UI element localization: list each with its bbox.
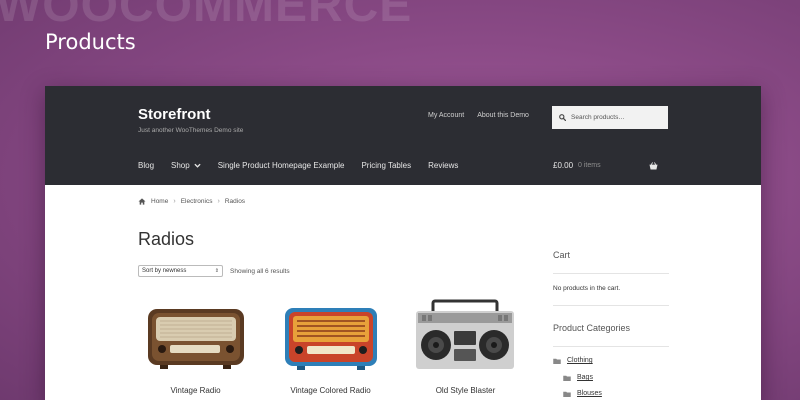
colored-radio-image[interactable] bbox=[273, 291, 388, 381]
search-box[interactable] bbox=[552, 106, 668, 129]
result-count: Showing all 6 results bbox=[230, 267, 290, 275]
category-label: Clothing bbox=[567, 357, 593, 364]
category-blouses[interactable]: Blouses bbox=[563, 390, 602, 397]
sort-row: Sort by newness ⇕ Showing all 6 results bbox=[138, 265, 290, 277]
folder-icon bbox=[553, 358, 561, 364]
category-label: Bags bbox=[577, 374, 593, 381]
search-icon bbox=[559, 114, 566, 121]
basket-icon bbox=[649, 161, 658, 170]
category-clothing[interactable]: Clothing bbox=[553, 357, 593, 364]
cart-widget-title: Cart bbox=[553, 250, 571, 260]
folder-icon bbox=[563, 375, 571, 381]
page-title: Radios bbox=[138, 229, 195, 249]
breadcrumb-separator-icon: › bbox=[173, 198, 176, 205]
nav-pricing-tables[interactable]: Pricing Tables bbox=[361, 161, 411, 170]
widget-divider bbox=[553, 305, 669, 306]
widget-divider bbox=[553, 273, 669, 274]
home-icon bbox=[138, 198, 146, 205]
nav-shop-label: Shop bbox=[171, 161, 190, 170]
product-grid: Vintage Radio Vintage Colored Radio Old … bbox=[138, 291, 523, 400]
primary-nav: Blog Shop Single Product Homepage Exampl… bbox=[138, 161, 458, 170]
breadcrumb-electronics[interactable]: Electronics bbox=[181, 198, 213, 205]
folder-icon bbox=[563, 391, 571, 397]
boombox-image[interactable] bbox=[408, 291, 523, 381]
site-title[interactable]: Storefront bbox=[138, 106, 211, 123]
nav-single-product[interactable]: Single Product Homepage Example bbox=[218, 161, 345, 170]
breadcrumb-separator-icon: › bbox=[217, 198, 220, 205]
widget-divider bbox=[553, 346, 669, 347]
breadcrumb-home[interactable]: Home bbox=[151, 198, 168, 205]
breadcrumb-radios: Radios bbox=[224, 198, 246, 205]
cart-empty-message: No products in the cart. bbox=[553, 285, 621, 292]
nav-blog-label: Blog bbox=[138, 161, 155, 170]
vintage-radio-image[interactable] bbox=[138, 291, 253, 381]
site-header: Storefront Just another WooThemes Demo s… bbox=[45, 86, 761, 185]
nav-blog[interactable]: Blog bbox=[138, 161, 154, 170]
site-description: Just another WooThemes Demo site bbox=[138, 127, 244, 134]
nav-shop[interactable]: Shop bbox=[171, 161, 201, 170]
sort-select[interactable]: Sort by newness ⇕ bbox=[138, 265, 223, 277]
product-name[interactable]: Vintage Radio bbox=[138, 386, 253, 395]
header-cart[interactable]: £0.00 0 items bbox=[553, 161, 658, 170]
nav-about-demo[interactable]: About this Demo bbox=[477, 112, 529, 119]
hero-title: Products bbox=[45, 30, 136, 54]
cart-amount: £0.00 bbox=[553, 161, 574, 170]
sort-select-value: Sort by newness bbox=[142, 268, 187, 274]
select-arrows-icon: ⇕ bbox=[214, 268, 219, 274]
chevron-down-icon bbox=[194, 163, 201, 168]
nav-my-account[interactable]: My Account bbox=[428, 112, 464, 119]
nav-reviews[interactable]: Reviews bbox=[428, 161, 458, 170]
nav-reviews-label: Reviews bbox=[428, 161, 459, 170]
nav-pricing-tables-label: Pricing Tables bbox=[361, 161, 412, 170]
product-name[interactable]: Old Style Blaster bbox=[408, 386, 523, 395]
storefront-window: Storefront Just another WooThemes Demo s… bbox=[45, 86, 761, 400]
cart-count: 0 items bbox=[578, 162, 601, 169]
nav-single-product-label: Single Product Homepage Example bbox=[217, 161, 345, 170]
secondary-nav: My Account About this Demo bbox=[428, 112, 529, 119]
breadcrumb: Home › Electronics › Radios bbox=[138, 198, 245, 205]
woocommerce-watermark: WOOCOMMERCE bbox=[0, 0, 413, 32]
categories-widget-title: Product Categories bbox=[553, 323, 631, 333]
category-bags[interactable]: Bags bbox=[563, 374, 593, 381]
product-name[interactable]: Vintage Colored Radio bbox=[273, 386, 388, 395]
search-input[interactable] bbox=[571, 114, 666, 121]
category-label: Blouses bbox=[577, 390, 602, 397]
